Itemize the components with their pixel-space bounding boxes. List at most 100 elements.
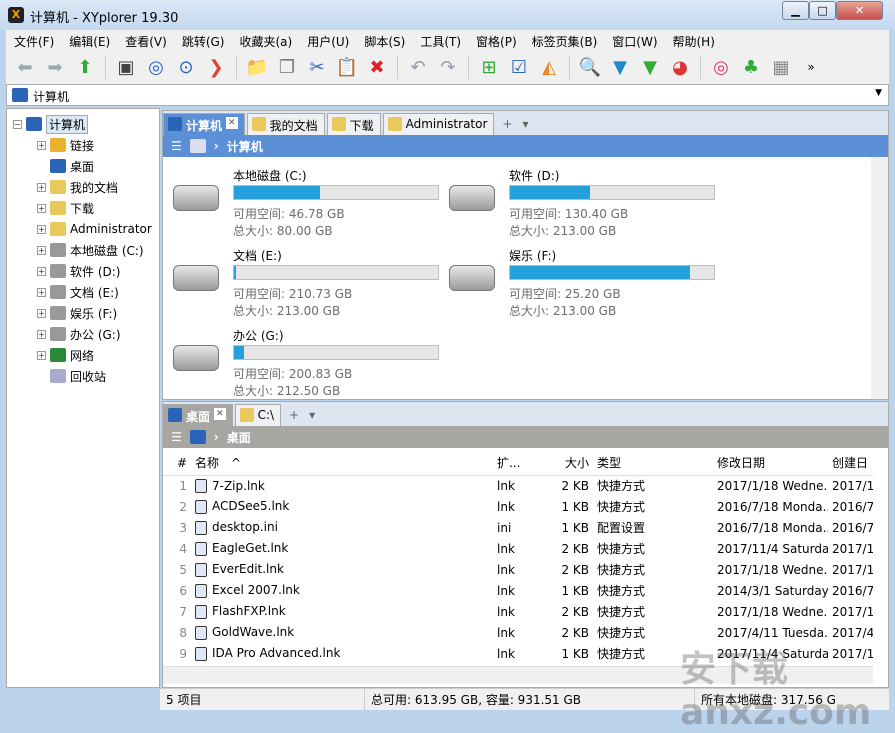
- tab[interactable]: 下载: [326, 113, 381, 135]
- computer-button[interactable]: ▣: [113, 54, 139, 80]
- expand-icon[interactable]: +: [37, 266, 46, 276]
- delete-button[interactable]: ✖: [364, 54, 390, 80]
- column-header[interactable]: 创建日: [828, 451, 873, 476]
- tree-toggle-button[interactable]: ⊞: [476, 54, 502, 80]
- new-tab-button[interactable]: +: [283, 408, 305, 426]
- chevron-right-icon[interactable]: ›: [214, 430, 219, 444]
- column-header[interactable]: 名称 ^: [191, 451, 493, 476]
- table-row[interactable]: 1 7-Zip.lnk lnk 2 KB 快捷方式 2017/1/18 Wedne... 2…: [163, 475, 873, 496]
- dual-pane-button[interactable]: ▦: [768, 54, 794, 80]
- menu-icon[interactable]: ☰: [171, 139, 182, 153]
- column-header[interactable]: 扩...: [493, 451, 531, 476]
- tab[interactable]: 我的文档: [246, 113, 325, 135]
- table-row[interactable]: 7 FlashFXP.lnk lnk 2 KB 快捷方式 2017/1/18 Wedne.…: [163, 601, 873, 622]
- toolbar-overflow-button[interactable]: »: [798, 54, 824, 80]
- expand-icon[interactable]: +: [37, 140, 46, 150]
- menu-item[interactable]: 编辑(E): [61, 30, 117, 50]
- new-tab-button[interactable]: +: [496, 117, 518, 135]
- tree-node[interactable]: 桌面: [37, 156, 94, 176]
- column-header[interactable]: #: [163, 451, 191, 476]
- tree-node[interactable]: 回收站: [37, 366, 106, 386]
- goto-button[interactable]: ❯: [203, 54, 229, 80]
- tree-node[interactable]: + 网络: [37, 345, 94, 365]
- pie-chart-button[interactable]: ◕: [667, 54, 693, 80]
- minimize-button[interactable]: ▁: [782, 1, 809, 20]
- new-folder-button[interactable]: 📁: [244, 54, 270, 80]
- tab[interactable]: 计算机 ✕: [163, 113, 245, 135]
- menu-item[interactable]: 文件(F): [6, 30, 61, 50]
- menu-item[interactable]: 标签页集(B): [524, 30, 605, 50]
- tree-node[interactable]: + Administrator: [37, 219, 152, 239]
- tab[interactable]: 桌面 ✕: [163, 404, 233, 426]
- maximize-button[interactable]: □: [809, 1, 836, 20]
- menu-item[interactable]: 脚本(S): [356, 30, 412, 50]
- table-row[interactable]: 4 EagleGet.lnk lnk 2 KB 快捷方式 2017/11/4 Saturd…: [163, 538, 873, 559]
- tree-node[interactable]: + 文档 (E:): [37, 282, 119, 302]
- menu-item[interactable]: 用户(U): [299, 30, 356, 50]
- tab-close-icon[interactable]: ✕: [214, 408, 226, 420]
- tree-button[interactable]: ♣: [738, 54, 764, 80]
- address-bar[interactable]: 计算机 ▼: [6, 84, 889, 106]
- collapse-icon[interactable]: −: [13, 119, 22, 129]
- column-header[interactable]: 类型: [593, 451, 713, 476]
- redo-button[interactable]: ↷: [435, 54, 461, 80]
- drive-item[interactable]: 办公 (G:) 可用空间: 200.83 GB 总大小: 212.50 GB: [167, 327, 439, 402]
- drive-item[interactable]: 文档 (E:) 可用空间: 210.73 GB 总大小: 213.00 GB: [167, 247, 439, 322]
- pizza-button[interactable]: ◭: [536, 54, 562, 80]
- expand-icon[interactable]: +: [37, 245, 46, 255]
- table-row[interactable]: 2 ACDSee5.lnk lnk 1 KB 快捷方式 2016/7/18 Monda..…: [163, 496, 873, 517]
- table-row[interactable]: 3 desktop.ini ini 1 KB 配置设置 2016/7/18 Monda..…: [163, 517, 873, 538]
- tree-node[interactable]: − 计算机: [13, 114, 89, 134]
- expand-icon[interactable]: +: [37, 224, 46, 234]
- tree-node[interactable]: + 链接: [37, 135, 94, 155]
- expand-icon[interactable]: +: [37, 203, 46, 213]
- tree-node[interactable]: + 本地磁盘 (C:): [37, 240, 144, 260]
- tree-node[interactable]: + 下载: [37, 198, 94, 218]
- menu-item[interactable]: 工具(T): [412, 30, 468, 50]
- chevron-right-icon[interactable]: ›: [214, 139, 219, 153]
- drive-item[interactable]: 软件 (D:) 可用空间: 130.40 GB 总大小: 213.00 GB: [443, 167, 715, 242]
- breadcrumb-item[interactable]: 桌面: [227, 429, 251, 446]
- address-input[interactable]: 计算机: [33, 90, 69, 104]
- menu-item[interactable]: 窗格(P): [468, 30, 524, 50]
- tab-menu-icon[interactable]: ▾: [518, 117, 532, 135]
- vertical-scrollbar[interactable]: [871, 157, 888, 399]
- tab[interactable]: C:\: [234, 404, 282, 426]
- expand-icon[interactable]: +: [37, 329, 46, 339]
- copy-button[interactable]: ❐: [274, 54, 300, 80]
- menu-item[interactable]: 跳转(G): [174, 30, 232, 50]
- chevron-down-icon[interactable]: ▼: [875, 88, 882, 98]
- expand-icon[interactable]: +: [37, 308, 46, 318]
- undo-button[interactable]: ↶: [405, 54, 431, 80]
- paste-button[interactable]: 📋: [334, 54, 360, 80]
- table-row[interactable]: 6 Excel 2007.lnk lnk 1 KB 快捷方式 2014/3/1 Satur…: [163, 580, 873, 601]
- tab[interactable]: Administrator: [382, 113, 495, 135]
- tab-close-icon[interactable]: ✕: [226, 117, 238, 129]
- find-button[interactable]: 🔍: [577, 54, 603, 80]
- tab-menu-icon[interactable]: ▾: [305, 408, 319, 426]
- column-header[interactable]: 大小: [531, 451, 593, 476]
- forward-button[interactable]: ➡: [42, 54, 68, 80]
- drive-item[interactable]: 娱乐 (F:) 可用空间: 25.20 GB 总大小: 213.00 GB: [443, 247, 715, 322]
- tree-node[interactable]: + 软件 (D:): [37, 261, 120, 281]
- menu-item[interactable]: 收藏夹(a): [231, 30, 299, 50]
- tree-node[interactable]: + 办公 (G:): [37, 324, 121, 344]
- filter-button[interactable]: ▼: [607, 54, 633, 80]
- spiral-button[interactable]: ◎: [708, 54, 734, 80]
- menu-item[interactable]: 帮助(H): [665, 30, 722, 50]
- target-button[interactable]: ◎: [143, 54, 169, 80]
- visual-filter-button[interactable]: ▼: [637, 54, 663, 80]
- cut-button[interactable]: ✂: [304, 54, 330, 80]
- drive-item[interactable]: 本地磁盘 (C:) 可用空间: 46.78 GB 总大小: 80.00 GB: [167, 167, 439, 242]
- tree-node[interactable]: + 我的文档: [37, 177, 118, 197]
- table-row[interactable]: 5 EverEdit.lnk lnk 2 KB 快捷方式 2017/1/18 Wedne.…: [163, 559, 873, 580]
- search-circle-button[interactable]: ⊙: [173, 54, 199, 80]
- menu-icon[interactable]: ☰: [171, 430, 182, 444]
- expand-icon[interactable]: +: [37, 182, 46, 192]
- tree-node[interactable]: + 娱乐 (F:): [37, 303, 117, 323]
- close-button[interactable]: ✕: [836, 1, 883, 20]
- column-header[interactable]: 修改日期: [713, 451, 828, 476]
- menu-item[interactable]: 窗口(W): [604, 30, 664, 50]
- back-button[interactable]: ⬅: [12, 54, 38, 80]
- up-button[interactable]: ⬆: [72, 54, 98, 80]
